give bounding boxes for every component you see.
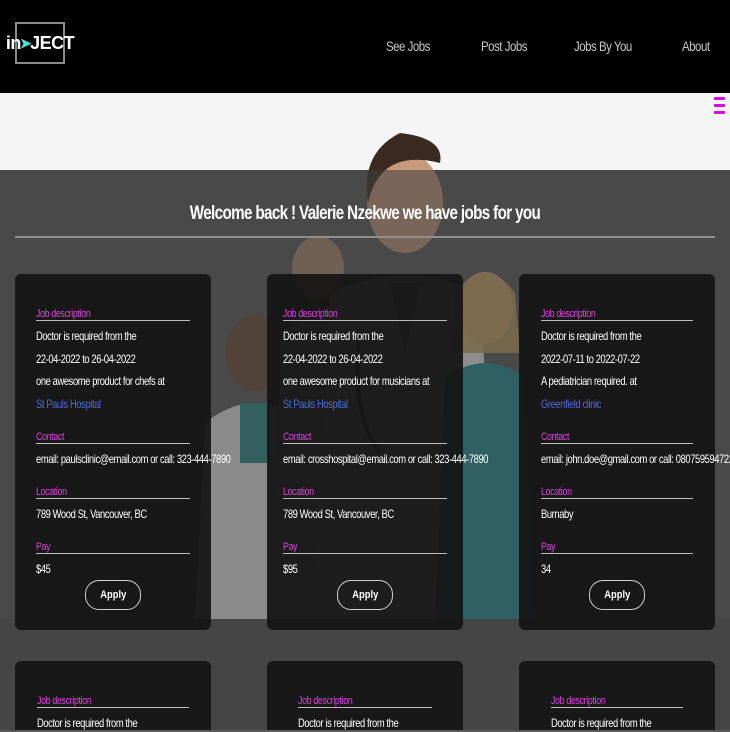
job-dates: 22-04-2022 to 26-04-2022 — [36, 352, 136, 366]
job-description-label: Job description — [298, 695, 353, 707]
location-label: Location — [541, 486, 572, 498]
rule — [36, 320, 190, 321]
contact-value: email: crosshospital@email.com or call: … — [283, 452, 489, 466]
top-navbar: in ➤ JECT See Jobs Post Jobs Jobs By You A… — [0, 0, 730, 93]
welcome-heading: Welcome back ! Valerie Nzekwe we have jo… — [0, 203, 730, 225]
job-line: Doctor is required from the — [283, 329, 384, 343]
contact-value: email: john.doe@gmail.com or call: 08075… — [541, 452, 730, 466]
rule — [298, 707, 432, 708]
pay-label: Pay — [36, 541, 51, 553]
apply-button[interactable]: Apply — [337, 580, 393, 610]
job-description-label: Job description — [283, 308, 338, 320]
org-link[interactable]: St Pauls Hospital — [283, 397, 348, 411]
job-line: one awesome product for chefs at — [36, 374, 165, 388]
section-divider — [15, 236, 715, 238]
job-line: one awesome product for musicians at — [283, 374, 430, 388]
pay-value: $95 — [283, 562, 298, 576]
rule — [37, 707, 189, 708]
location-value: 789 Wood St, Vancouver, BC — [36, 507, 147, 521]
job-line: Doctor is required from the — [551, 716, 652, 730]
apply-label: Apply — [604, 589, 630, 601]
job-description-label: Job description — [541, 308, 596, 320]
job-line: Doctor is required from the — [298, 716, 399, 730]
pay-value: $45 — [36, 562, 51, 576]
rule — [541, 443, 693, 444]
nav-see-jobs[interactable]: See Jobs — [386, 38, 430, 54]
contact-value: email: paulsclinic@email.com or call: 32… — [36, 452, 231, 466]
org-link[interactable]: Greenfield clinic — [541, 397, 601, 411]
rule — [551, 707, 683, 708]
apply-label: Apply — [100, 589, 126, 601]
pay-label: Pay — [283, 541, 298, 553]
job-card: Job description Doctor is required from … — [15, 661, 211, 730]
logo[interactable]: in ➤ JECT — [6, 22, 75, 64]
job-card: Job description Doctor is required from … — [15, 274, 231, 630]
job-dates: 2022-07-11 to 2022-07-22 — [541, 352, 640, 366]
apply-button[interactable]: Apply — [85, 580, 141, 610]
apply-button[interactable]: Apply — [589, 580, 645, 610]
contact-label: Contact — [36, 431, 65, 443]
location-label: Location — [36, 486, 67, 498]
rule — [283, 320, 447, 321]
nav-about[interactable]: About — [682, 38, 710, 54]
location-value: 789 Wood St, Vancouver, BC — [283, 507, 394, 521]
pay-value: 34 — [541, 562, 551, 576]
rule — [36, 553, 190, 554]
job-card: Job description Doctor is required from … — [267, 661, 463, 730]
job-card: Job description Doctor is required from … — [519, 661, 715, 730]
job-line: A pediatrician required. at — [541, 374, 637, 388]
rule — [541, 320, 693, 321]
location-value: Burnaby — [541, 507, 574, 521]
contact-label: Contact — [541, 431, 570, 443]
welcome-text: Welcome back ! Valerie Nzekwe we have jo… — [189, 203, 541, 224]
org-link[interactable]: St Pauls Hospital — [36, 397, 101, 411]
job-description-label: Job description — [37, 695, 92, 707]
rule — [283, 498, 447, 499]
nav-jobs-by-you[interactable]: Jobs By You — [574, 38, 632, 54]
job-line: Doctor is required from the — [37, 716, 138, 730]
menu-icon[interactable] — [714, 97, 725, 119]
logo-text-end: JECT — [30, 32, 75, 53]
job-description-label: Job description — [36, 308, 91, 320]
apply-label: Apply — [352, 589, 378, 601]
rule — [283, 553, 447, 554]
job-line: Doctor is required from the — [36, 329, 137, 343]
job-card: Job description Doctor is required from … — [267, 274, 489, 630]
location-label: Location — [283, 486, 314, 498]
pay-label: Pay — [541, 541, 556, 553]
contact-label: Contact — [283, 431, 312, 443]
job-description-label: Job description — [551, 695, 606, 707]
job-dates: 22-04-2022 to 26-04-2022 — [283, 352, 383, 366]
rule — [36, 443, 190, 444]
rule — [36, 498, 190, 499]
rule — [283, 443, 447, 444]
job-card: Job description Doctor is required from … — [519, 274, 730, 630]
logo-text-start: in — [5, 32, 22, 53]
rule — [541, 553, 693, 554]
nav-post-jobs[interactable]: Post Jobs — [481, 38, 527, 54]
job-line: Doctor is required from the — [541, 329, 642, 343]
rule — [541, 498, 693, 499]
